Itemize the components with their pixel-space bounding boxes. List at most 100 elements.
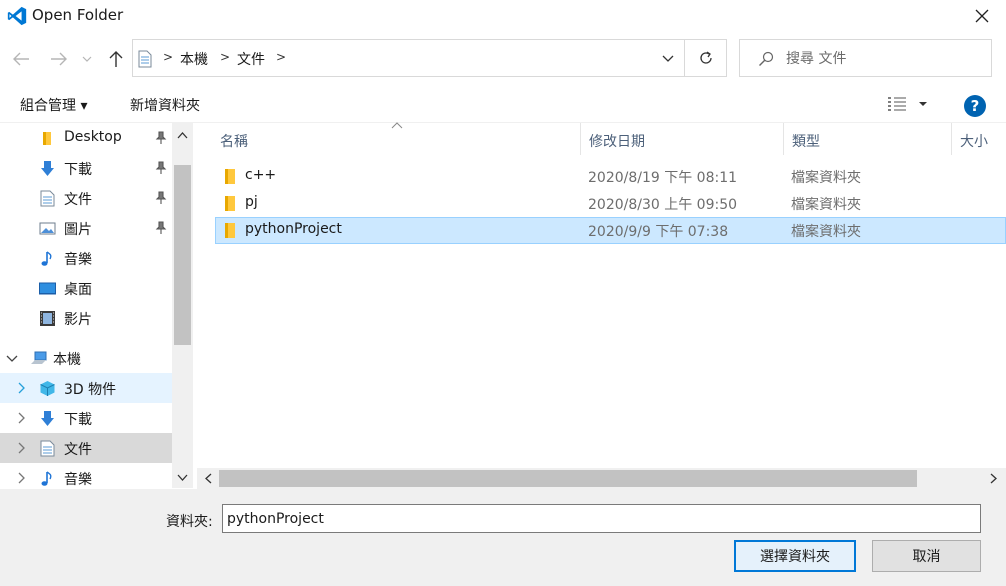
file-row-selected[interactable]: pythonProject 2020/9/9 下午 07:38 檔案資料夾 [215,217,1006,244]
nav-item-label: 下載 [64,412,92,428]
file-modified: 2020/9/9 下午 07:38 [588,224,729,240]
file-modified: 2020/8/30 上午 09:50 [588,197,738,213]
nav-item-label: 影片 [64,312,92,328]
refresh-icon [699,51,712,64]
file-name: c++ [245,167,277,183]
navigation-pane[interactable]: Desktop 下載 文件 圖片 音樂 桌面 影片 本機 3D 物件 下載 文件… [0,123,193,488]
refresh-button[interactable] [685,39,727,77]
nav-item-downloads[interactable]: 下載 [0,153,172,183]
close-icon [975,9,989,23]
cancel-button[interactable]: 取消 [872,540,981,572]
chevron-up-icon[interactable] [176,129,189,142]
chevron-down-icon [82,56,92,62]
breadcrumb-documents[interactable]: 文件 [237,49,265,69]
folder-label: 資料夾: [166,514,213,530]
title-bar: Open Folder [0,0,1006,32]
column-header-size[interactable]: 大小 [952,123,1006,155]
chevron-right-icon[interactable] [15,442,27,454]
nav-item-documents[interactable]: 文件 [0,183,172,213]
nav-item-pc-documents[interactable]: 文件 [0,433,172,463]
search-box[interactable] [739,39,992,77]
new-folder-button[interactable]: 新增資料夾 [130,95,200,115]
download-icon [41,161,54,176]
scrollbar-thumb[interactable] [219,470,917,487]
toolbar: 組合管理 ▾ 新增資料夾 [0,85,1006,123]
chevron-down-icon[interactable] [660,50,676,66]
document-icon [138,50,152,68]
nav-item-pictures[interactable]: 圖片 [0,213,172,243]
vscode-icon [7,6,27,26]
breadcrumb-this-pc[interactable]: 本機 [180,49,208,69]
column-header-name[interactable]: 名稱 [208,123,581,155]
up-button[interactable] [105,48,127,70]
address-bar[interactable]: > 本機 > 文件 > [132,39,685,77]
column-header-modified[interactable]: 修改日期 [581,123,784,155]
chevron-right-icon[interactable] [15,412,27,424]
file-name: pythonProject [245,221,342,237]
pin-icon[interactable] [154,161,168,175]
recent-locations-button[interactable] [80,48,94,70]
chevron-right-icon[interactable] [15,382,27,394]
search-input[interactable] [786,48,982,70]
nav-item-label: 桌面 [64,282,92,298]
video-icon [40,311,55,326]
document-icon [40,440,55,457]
chevron-left-icon[interactable] [202,472,215,485]
folder-name-input[interactable] [222,504,981,533]
search-icon [759,51,774,66]
chevron-right-icon[interactable] [15,472,27,484]
nav-item-3d-objects[interactable]: 3D 物件 [0,373,172,403]
desktop-icon [39,282,56,295]
picture-icon [39,222,56,235]
breadcrumb-separator[interactable]: > [220,50,230,64]
nav-item-desktop-zh[interactable]: 桌面 [0,273,172,303]
nav-item-pc-music[interactable]: 音樂 [0,463,172,488]
footer: 資料夾: 選擇資料夾 取消 [0,489,1006,586]
close-button[interactable] [970,4,994,28]
column-header-label: 大小 [960,134,988,150]
view-options-button[interactable] [886,95,930,113]
pin-icon[interactable] [154,191,168,205]
folder-icon [43,132,51,145]
help-button[interactable]: ? [964,95,986,117]
file-name: pj [245,194,258,210]
nav-item-label: 本機 [53,352,81,368]
chevron-down-icon[interactable] [176,471,189,484]
nav-item-pc-downloads[interactable]: 下載 [0,403,172,433]
breadcrumb-separator[interactable]: > [163,50,173,64]
organize-button[interactable]: 組合管理 ▾ [20,95,87,115]
column-header-label: 類型 [792,134,820,150]
nav-item-this-pc[interactable]: 本機 [0,343,172,373]
nav-item-label: 3D 物件 [64,382,117,398]
file-row[interactable]: c++ 2020/8/19 下午 08:11 檔案資料夾 [215,163,1006,190]
column-header-label: 修改日期 [589,134,645,150]
nav-item-music[interactable]: 音樂 [0,243,172,273]
document-icon [40,190,55,207]
folder-icon [225,169,235,184]
nav-item-desktop[interactable]: Desktop [0,123,172,153]
nav-item-label: Desktop [64,129,122,145]
pin-icon[interactable] [154,221,168,235]
file-list-horizontal-scrollbar[interactable] [197,468,1006,489]
chevron-right-icon[interactable] [987,472,1000,485]
column-header-type[interactable]: 類型 [784,123,952,155]
arrow-up-icon [109,51,123,67]
file-list[interactable]: 名稱 修改日期 類型 大小 c++ 2020/8/19 下午 08:11 檔案資… [193,122,1006,468]
pin-icon[interactable] [154,131,168,145]
forward-button[interactable] [48,48,70,70]
file-type: 檔案資料夾 [791,224,861,240]
download-icon [41,411,54,426]
arrow-left-icon [13,52,29,66]
cube-3d-icon [40,381,55,396]
nav-item-videos[interactable]: 影片 [0,303,172,333]
nav-scrollbar[interactable] [172,123,193,488]
nav-item-label: 文件 [64,192,92,208]
chevron-down-icon[interactable] [6,352,18,364]
back-button[interactable] [10,48,32,70]
file-type: 檔案資料夾 [791,197,861,213]
scrollbar-thumb[interactable] [174,165,191,345]
music-icon [41,471,52,486]
file-row[interactable]: pj 2020/8/30 上午 09:50 檔案資料夾 [215,190,1006,217]
select-folder-button[interactable]: 選擇資料夾 [734,540,856,572]
breadcrumb-separator[interactable]: > [276,50,286,64]
